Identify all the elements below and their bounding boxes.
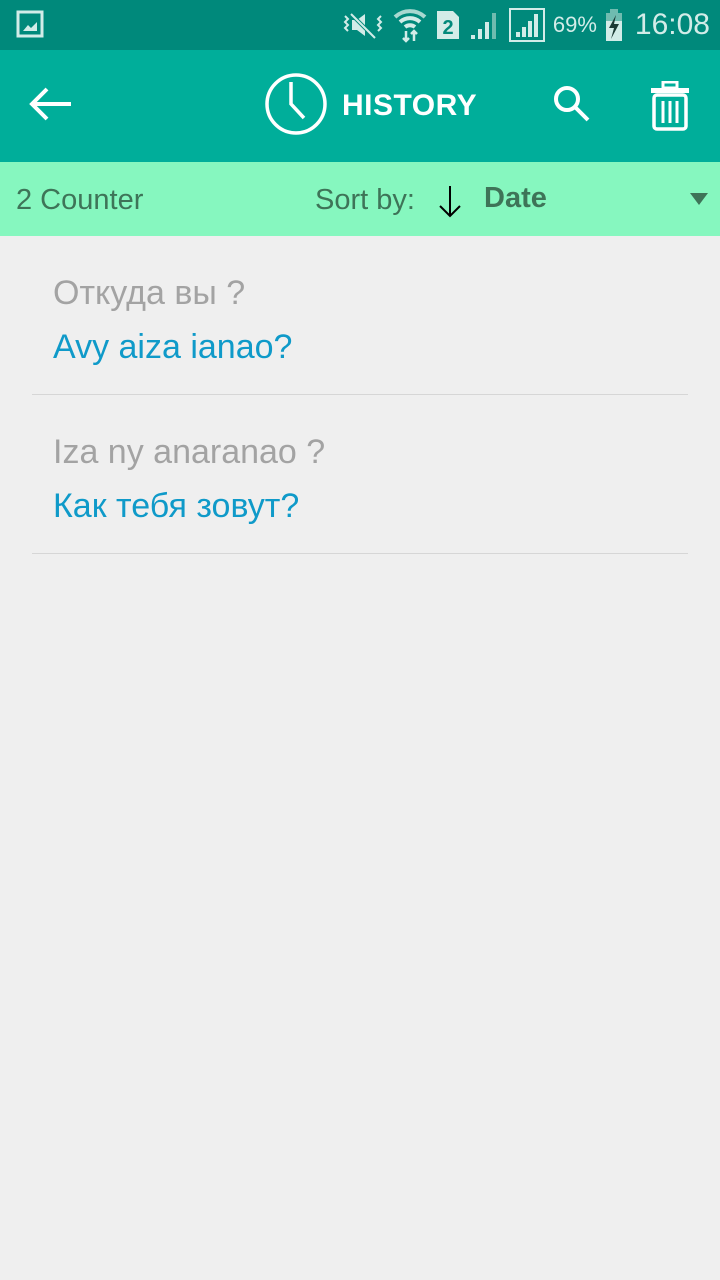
history-item[interactable]: Откуда вы ? Avy aiza ianao? xyxy=(0,236,720,395)
gallery-icon xyxy=(16,10,44,38)
sim-2-icon: 2 xyxy=(435,9,461,41)
sort-by-selected: Date xyxy=(484,182,547,214)
wifi-icon xyxy=(393,7,427,43)
back-button[interactable] xyxy=(22,80,78,132)
history-list: Откуда вы ? Avy aiza ianao? Iza ny anara… xyxy=(0,236,720,554)
translation-text: Avy aiza ianao? xyxy=(53,328,293,366)
history-counter: 2 Counter xyxy=(16,184,144,216)
divider xyxy=(32,553,688,554)
clock-time: 16:08 xyxy=(634,8,710,41)
source-text: Iza ny anaranao ? xyxy=(53,433,326,471)
status-bar: 2 69% 16:08 xyxy=(0,0,720,50)
svg-text:2: 2 xyxy=(442,17,453,39)
page-title-group: HISTORY xyxy=(264,72,478,141)
sort-label: Sort by: xyxy=(315,184,415,216)
signal-weak-icon xyxy=(469,9,501,41)
sort-bar: 2 Counter Sort by: Date xyxy=(0,162,720,236)
battery-percent: 69% xyxy=(552,12,597,37)
clock-icon xyxy=(264,72,328,141)
signal-icon xyxy=(508,8,545,42)
sort-by-dropdown[interactable]: Date xyxy=(484,172,720,226)
search-button[interactable] xyxy=(548,82,596,130)
delete-all-button[interactable] xyxy=(644,80,696,136)
arrow-down-icon xyxy=(439,186,461,218)
app-bar: HISTORY xyxy=(0,50,720,162)
trash-icon xyxy=(649,80,691,136)
arrow-left-icon xyxy=(27,86,73,127)
sort-direction-toggle[interactable] xyxy=(436,184,464,218)
search-icon xyxy=(552,84,592,129)
page-title: HISTORY xyxy=(342,89,478,122)
source-text: Откуда вы ? xyxy=(53,274,246,312)
history-item[interactable]: Iza ny anaranao ? Как тебя зовут? xyxy=(0,395,720,554)
mute-vibrate-icon xyxy=(341,10,385,40)
translation-text: Как тебя зовут? xyxy=(53,487,300,525)
dropdown-caret-icon xyxy=(690,193,708,205)
battery-charging-icon xyxy=(605,9,623,41)
